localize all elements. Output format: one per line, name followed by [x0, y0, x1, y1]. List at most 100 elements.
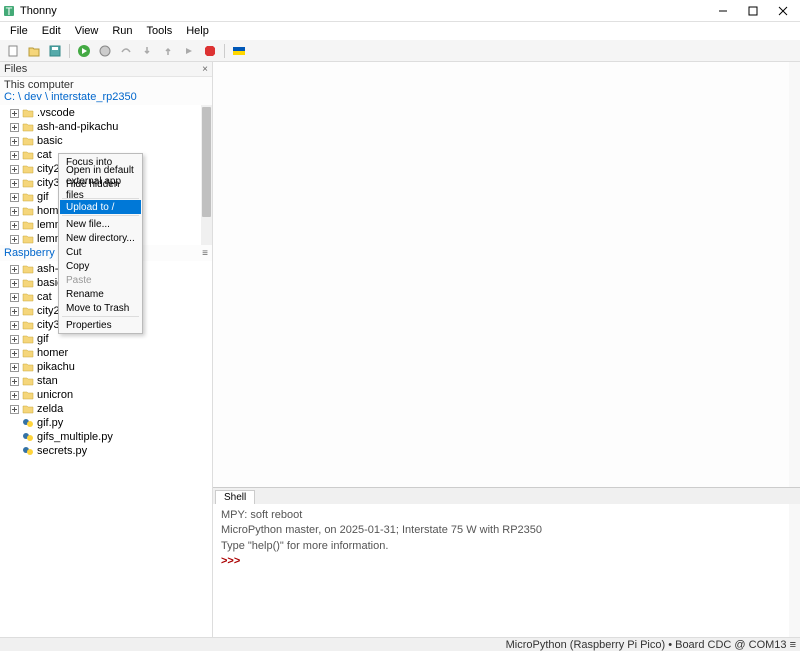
folder-icon	[22, 121, 34, 133]
tree-item[interactable]: zelda	[0, 402, 212, 416]
debug-button[interactable]	[96, 42, 114, 60]
context-menu: Focus intoOpen in default external appHi…	[58, 153, 143, 334]
device-menu-icon[interactable]: ≡	[202, 248, 208, 259]
close-button[interactable]	[768, 1, 798, 21]
menu-help[interactable]: Help	[180, 24, 215, 38]
expander-icon[interactable]	[10, 377, 19, 386]
tree-item-label: secrets.py	[37, 445, 87, 457]
shell-output[interactable]: MPY: soft rebootMicroPython master, on 2…	[213, 504, 800, 637]
expander-icon[interactable]	[10, 335, 19, 344]
tree-item-label: homer	[37, 347, 68, 359]
panel-close-icon[interactable]: ×	[202, 64, 208, 75]
context-menu-item[interactable]: Rename	[60, 287, 141, 301]
editor-scrollbar[interactable]	[789, 62, 800, 487]
tree-item[interactable]: gifs_multiple.py	[0, 430, 212, 444]
expander-icon[interactable]	[10, 179, 19, 188]
expander-icon[interactable]	[10, 109, 19, 118]
context-menu-item[interactable]: Properties	[60, 318, 141, 332]
minimize-button[interactable]	[708, 1, 738, 21]
shell-tabs: Shell	[213, 488, 800, 504]
folder-icon	[22, 291, 34, 303]
tree-item[interactable]: pikachu	[0, 360, 212, 374]
tree-item-label: gif.py	[37, 417, 63, 429]
expander-icon[interactable]	[10, 165, 19, 174]
expander-icon[interactable]	[10, 433, 19, 442]
menu-view[interactable]: View	[69, 24, 105, 38]
tree-item[interactable]: unicron	[0, 388, 212, 402]
context-menu-item: Paste	[60, 273, 141, 287]
expander-icon[interactable]	[10, 265, 19, 274]
expander-icon[interactable]	[10, 321, 19, 330]
context-menu-separator	[62, 215, 139, 216]
tree-item-label: cat	[37, 149, 52, 161]
menu-run[interactable]: Run	[106, 24, 138, 38]
tree-item-label: city3	[37, 319, 60, 331]
expander-icon[interactable]	[10, 391, 19, 400]
new-file-button[interactable]	[4, 42, 22, 60]
tree-item[interactable]: gif	[0, 332, 212, 346]
tree-item[interactable]: gif.py	[0, 416, 212, 430]
tree-item-label: .vscode	[37, 107, 75, 119]
expander-icon[interactable]	[10, 405, 19, 414]
files-panel-header: Files ×	[0, 62, 212, 77]
expander-icon[interactable]	[10, 307, 19, 316]
menu-edit[interactable]: Edit	[36, 24, 67, 38]
support-ukraine-button[interactable]	[230, 42, 248, 60]
toolbar-separator	[224, 44, 225, 58]
tree-item[interactable]: stan	[0, 374, 212, 388]
shell-tab[interactable]: Shell	[215, 490, 255, 504]
scrollbar-thumb[interactable]	[202, 107, 211, 217]
expander-icon[interactable]	[10, 235, 19, 244]
expander-icon[interactable]	[10, 419, 19, 428]
shell-line: MicroPython master, on 2025-01-31; Inter…	[221, 523, 792, 538]
context-menu-item[interactable]: New file...	[60, 217, 141, 231]
expander-icon[interactable]	[10, 349, 19, 358]
scrollbar[interactable]	[201, 105, 212, 245]
toolbar	[0, 40, 800, 62]
stop-button[interactable]	[201, 42, 219, 60]
path-link[interactable]: C: \ dev \ interstate_rp2350	[4, 91, 137, 103]
tree-item[interactable]: homer	[0, 346, 212, 360]
folder-icon	[22, 107, 34, 119]
expander-icon[interactable]	[10, 221, 19, 230]
shell-scrollbar[interactable]	[789, 504, 800, 637]
save-button[interactable]	[46, 42, 64, 60]
step-over-button[interactable]	[117, 42, 135, 60]
folder-icon	[22, 263, 34, 275]
files-panel-title: Files	[4, 63, 27, 75]
expander-icon[interactable]	[10, 293, 19, 302]
statusbar: MicroPython (Raspberry Pi Pico) • Board …	[0, 637, 800, 651]
step-into-button[interactable]	[138, 42, 156, 60]
menu-tools[interactable]: Tools	[141, 24, 179, 38]
expander-icon[interactable]	[10, 279, 19, 288]
expander-icon[interactable]	[10, 207, 19, 216]
tree-item[interactable]: ash-and-pikachu	[0, 120, 212, 134]
expander-icon[interactable]	[10, 363, 19, 372]
context-menu-item[interactable]: New directory...	[60, 231, 141, 245]
menu-file[interactable]: File	[4, 24, 34, 38]
editor-blank[interactable]	[213, 62, 800, 487]
run-button[interactable]	[75, 42, 93, 60]
status-text[interactable]: MicroPython (Raspberry Pi Pico) • Board …	[506, 639, 796, 651]
expander-icon[interactable]	[10, 193, 19, 202]
tree-item[interactable]: .vscode	[0, 106, 212, 120]
expander-icon[interactable]	[10, 137, 19, 146]
maximize-button[interactable]	[738, 1, 768, 21]
expander-icon[interactable]	[10, 123, 19, 132]
expander-icon[interactable]	[10, 151, 19, 160]
folder-icon	[22, 375, 34, 387]
expander-icon[interactable]	[10, 447, 19, 456]
tree-item[interactable]: secrets.py	[0, 444, 212, 458]
open-file-button[interactable]	[25, 42, 43, 60]
context-menu-item[interactable]: Copy	[60, 259, 141, 273]
context-menu-item[interactable]: Move to Trash	[60, 301, 141, 315]
tree-item-label: unicron	[37, 389, 73, 401]
step-out-button[interactable]	[159, 42, 177, 60]
tree-item-label: zelda	[37, 403, 63, 415]
tree-item[interactable]: basic	[0, 134, 212, 148]
context-menu-item[interactable]: Upload to /	[60, 200, 141, 214]
local-files-breadcrumb[interactable]: This computer C: \ dev \ interstate_rp23…	[0, 77, 212, 105]
context-menu-item[interactable]: Cut	[60, 245, 141, 259]
context-menu-item[interactable]: Hide hidden files	[60, 183, 141, 197]
resume-button[interactable]	[180, 42, 198, 60]
